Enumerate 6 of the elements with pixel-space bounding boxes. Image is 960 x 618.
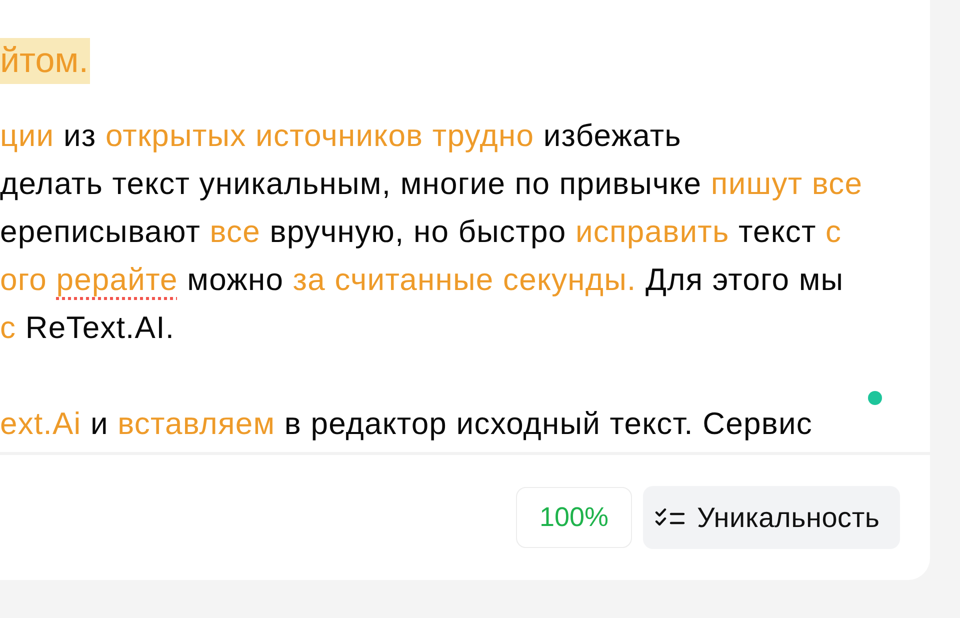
paragraph: ext.Ai и вставляем в редактор исходный текст. Сервис: [0, 405, 813, 443]
uniqueness-button[interactable]: Уникальность: [643, 486, 900, 549]
score-badge: 100%: [516, 487, 632, 548]
paragraph: ции из открытых источников трудно избежать делать текст уникальным, многие по привычке пишут все ереписывают все вручную, но быстро исправить текст с ого рерайте можно за считанные секунды. Для этого мы с ReText.AI.: [0, 117, 863, 347]
checklist-icon: [655, 508, 685, 528]
heading-text: йтом.: [0, 38, 90, 84]
